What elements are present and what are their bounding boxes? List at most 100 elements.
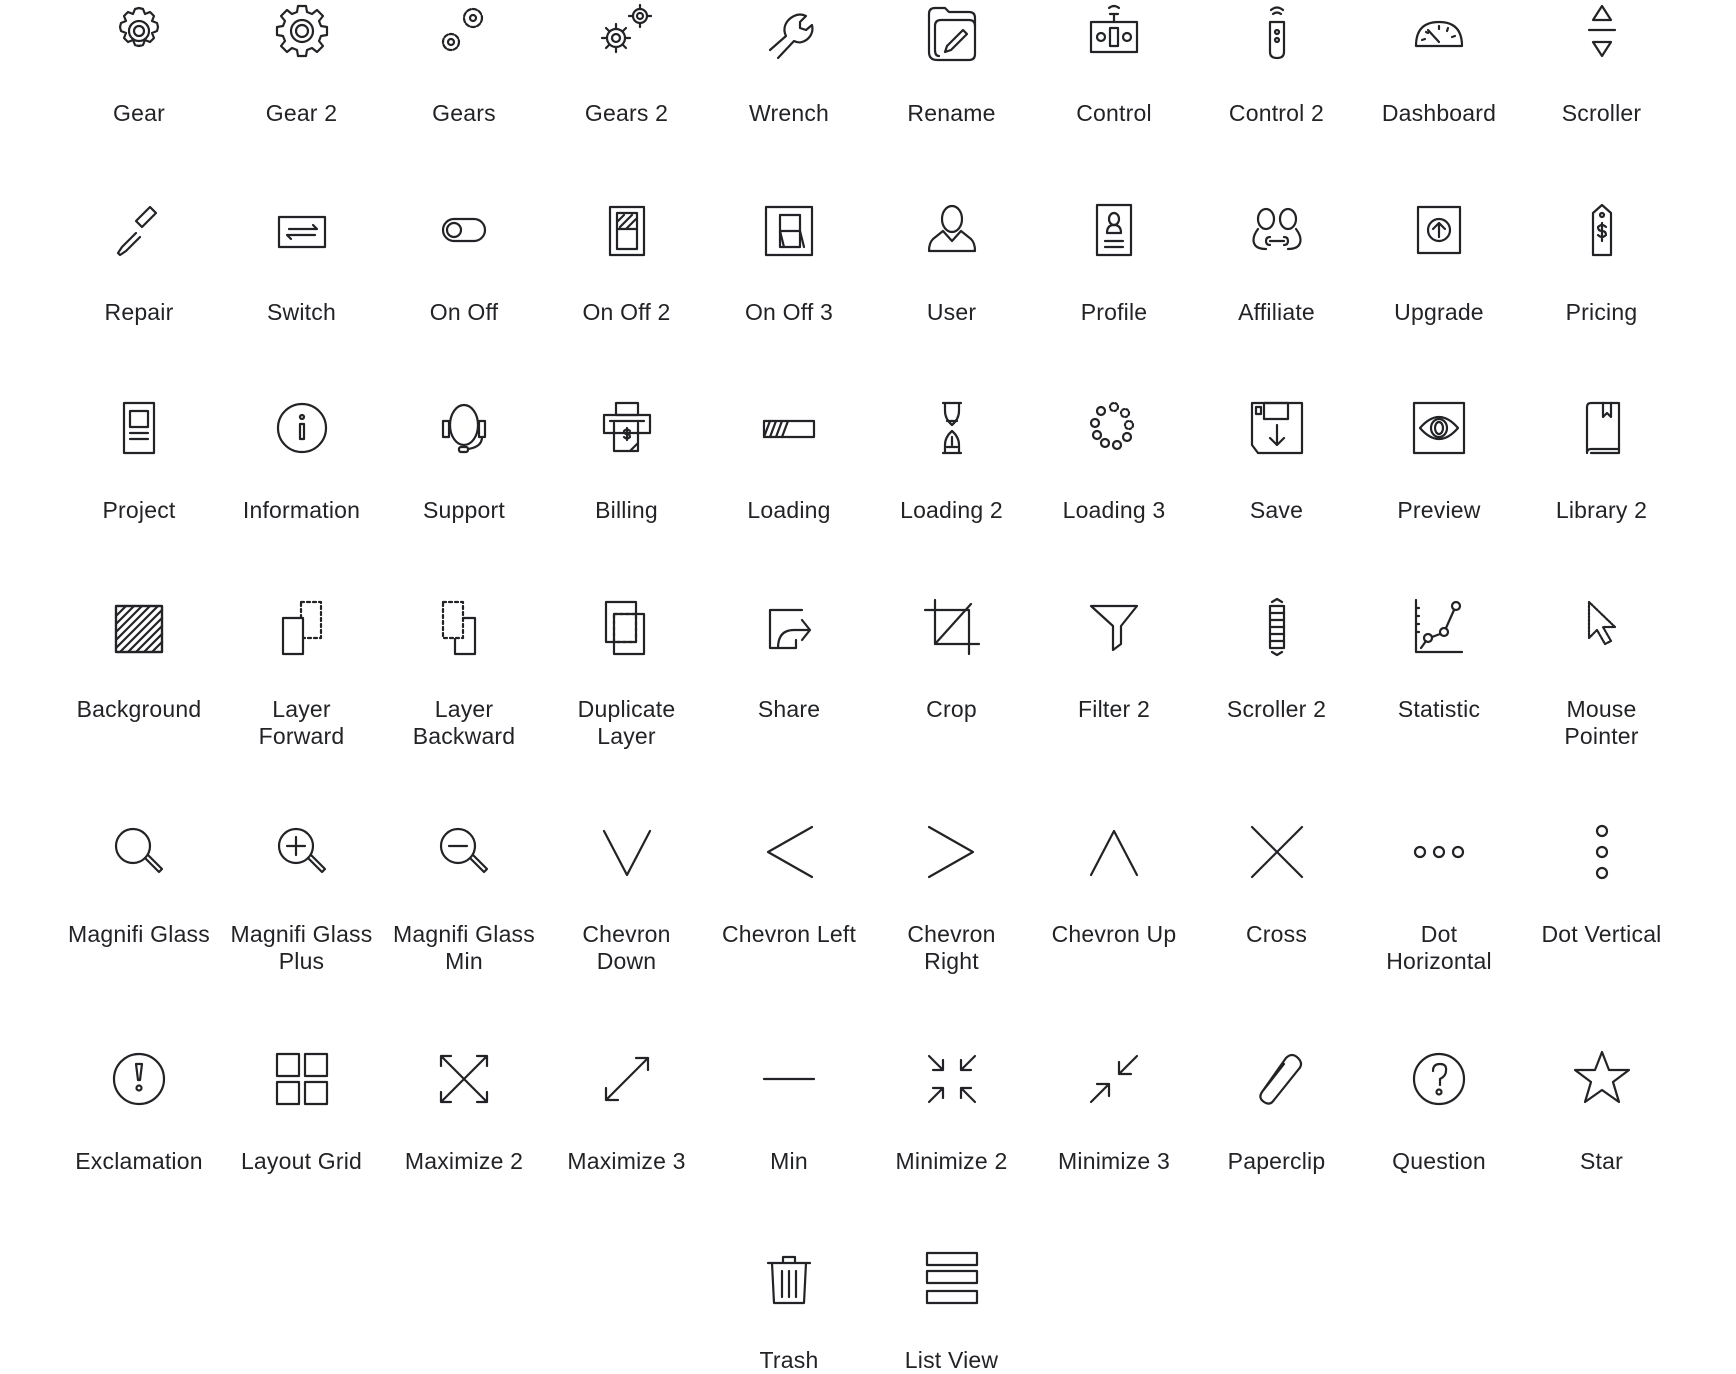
- statistic-icon: [1414, 598, 1464, 654]
- icon-tile[interactable]: Paperclip: [1197, 1048, 1357, 1175]
- maximize-3-icon: [604, 1056, 649, 1102]
- icon-label: Minimize 2: [895, 1148, 1008, 1174]
- icon-tile[interactable]: Share: [709, 596, 869, 723]
- layer-forward-icon: [281, 600, 322, 656]
- icon-tile[interactable]: User: [872, 199, 1032, 326]
- icon-tile[interactable]: Statistic: [1359, 596, 1519, 723]
- magnifi-glass-plus-icon: [277, 827, 326, 874]
- on-off-3-icon: [764, 205, 814, 257]
- icon-label: Dot Horizontal: [1386, 921, 1492, 974]
- icon-tile[interactable]: Profile: [1034, 199, 1194, 326]
- icon-tile[interactable]: Control 2: [1197, 0, 1357, 127]
- icon-tile[interactable]: Filter 2: [1034, 596, 1194, 723]
- icon-tile[interactable]: Repair: [59, 199, 219, 326]
- icon-tile[interactable]: Star: [1522, 1048, 1682, 1175]
- icon-tile[interactable]: On Off: [384, 199, 544, 326]
- loading-2-icon: [941, 401, 962, 455]
- icon-tile[interactable]: Cross: [1197, 821, 1357, 948]
- icon-tile[interactable]: Background: [59, 596, 219, 723]
- icon-label: Library 2: [1555, 497, 1648, 523]
- icon-label: Scroller 2: [1226, 696, 1327, 722]
- icon-tile[interactable]: Maximize 2: [384, 1048, 544, 1175]
- icon-tile[interactable]: Minimize 2: [872, 1048, 1032, 1175]
- icon-tile[interactable]: Gears 2: [547, 0, 707, 127]
- billing-icon: [602, 401, 651, 453]
- loading-icon: [762, 419, 816, 439]
- project-icon: [122, 401, 156, 455]
- icon-tile[interactable]: Information: [222, 397, 382, 524]
- icon-tile[interactable]: Loading 3: [1034, 397, 1194, 524]
- icon-tile[interactable]: Loading 2: [872, 397, 1032, 524]
- icon-label: Paperclip: [1227, 1148, 1326, 1174]
- icon-tile[interactable]: Chevron Up: [1034, 821, 1194, 948]
- icon-tile[interactable]: Scroller 2: [1197, 596, 1357, 723]
- icon-tile[interactable]: Billing: [547, 397, 707, 524]
- icon-tile[interactable]: Chevron Left: [709, 821, 869, 948]
- icon-tile[interactable]: Magnifi Glass Min: [384, 821, 544, 975]
- icon-tile[interactable]: Pricing: [1522, 199, 1682, 326]
- icon-tile[interactable]: Crop: [872, 596, 1032, 723]
- share-icon: [768, 608, 812, 650]
- icon-tile[interactable]: Library 2: [1522, 397, 1682, 524]
- scroller-icon: [1587, 4, 1616, 58]
- icon-tile[interactable]: Gear: [59, 0, 219, 127]
- icon-tile[interactable]: Chevron Down: [547, 821, 707, 975]
- icon-tile[interactable]: Gears: [384, 0, 544, 127]
- icon-tile[interactable]: Wrench: [709, 0, 869, 127]
- icon-tile[interactable]: Chevron Right: [872, 821, 1032, 975]
- icon-tile[interactable]: On Off 2: [547, 199, 707, 326]
- icon-tile[interactable]: Min: [709, 1048, 869, 1175]
- dashboard-icon: [1414, 20, 1464, 48]
- icon-label: Layout Grid: [240, 1148, 363, 1174]
- icon-tile[interactable]: Exclamation: [59, 1048, 219, 1175]
- gears-icon: [441, 7, 484, 52]
- icon-label: Magnifi Glass: [68, 921, 210, 947]
- icon-tile[interactable]: Switch: [222, 199, 382, 326]
- icon-tile[interactable]: Minimize 3: [1034, 1048, 1194, 1175]
- information-icon: [276, 402, 327, 454]
- icon-label: Filter 2: [1078, 696, 1150, 722]
- icon-label: Trash: [759, 1347, 819, 1373]
- icon-tile[interactable]: Loading: [709, 397, 869, 524]
- icon-label: Profile: [1080, 299, 1148, 325]
- icon-tile[interactable]: Layer Forward: [222, 596, 382, 750]
- icon-label: Minimize 3: [1058, 1148, 1170, 1174]
- mouse-pointer-icon: [1587, 600, 1616, 646]
- layout-grid-icon: [275, 1052, 328, 1106]
- icon-tile[interactable]: Dot Horizontal: [1359, 821, 1519, 975]
- icon-tile[interactable]: Project: [59, 397, 219, 524]
- icon-tile[interactable]: Question: [1359, 1048, 1519, 1175]
- icon-tile[interactable]: Rename: [872, 0, 1032, 127]
- icon-tile[interactable]: Trash: [709, 1247, 869, 1374]
- icon-tile[interactable]: Support: [384, 397, 544, 524]
- icon-tile[interactable]: Maximize 3: [547, 1048, 707, 1175]
- icon-tile[interactable]: Duplicate Layer: [547, 596, 707, 750]
- dot-horizontal-icon: [1413, 845, 1465, 859]
- icon-tile[interactable]: Magnifi Glass Plus: [222, 821, 382, 975]
- icon-tile[interactable]: Preview: [1359, 397, 1519, 524]
- icon-label: Chevron Left: [721, 921, 857, 947]
- pricing-icon: [1591, 203, 1612, 257]
- icon-tile[interactable]: Affiliate: [1197, 199, 1357, 326]
- control-2-icon: [1268, 6, 1285, 60]
- icon-tile[interactable]: Upgrade: [1359, 199, 1519, 326]
- icon-label: Statistic: [1397, 696, 1481, 722]
- icon-tile[interactable]: Save: [1197, 397, 1357, 524]
- icon-label: Loading 2: [900, 497, 1003, 523]
- icon-label: User: [926, 299, 977, 325]
- preview-icon: [1412, 401, 1466, 455]
- icon-tile[interactable]: Scroller: [1522, 0, 1682, 127]
- icon-tile[interactable]: On Off 3: [709, 199, 869, 326]
- icon-label: Maximize 3: [567, 1148, 686, 1174]
- icon-label: Duplicate Layer: [577, 696, 676, 749]
- icon-tile[interactable]: Dashboard: [1359, 0, 1519, 127]
- icon-tile[interactable]: Magnifi Glass: [59, 821, 219, 948]
- icon-tile[interactable]: Layer Backward: [384, 596, 544, 750]
- icon-tile[interactable]: Gear 2: [222, 0, 382, 127]
- icon-tile[interactable]: List View: [872, 1247, 1032, 1374]
- icon-tile[interactable]: Layout Grid: [222, 1048, 382, 1175]
- icon-tile[interactable]: Mouse Pointer: [1522, 596, 1682, 750]
- icon-tile[interactable]: Dot Vertical: [1522, 821, 1682, 948]
- icon-tile[interactable]: Control: [1034, 0, 1194, 127]
- icon-label: Gears 2: [584, 100, 669, 126]
